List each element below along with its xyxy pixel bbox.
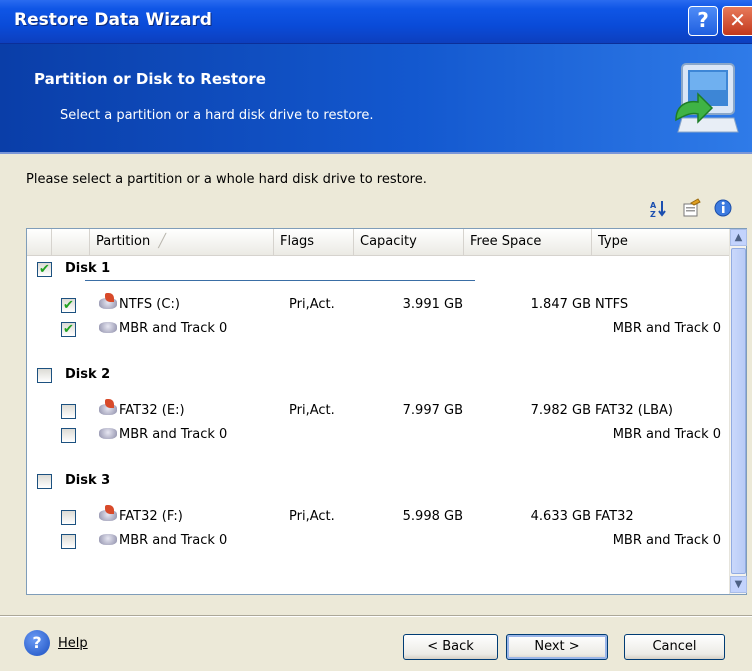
help-title-button[interactable]: ? [688, 6, 718, 36]
partition-type: FAT32 [595, 509, 634, 524]
scroll-up-icon[interactable]: ▲ [730, 229, 747, 246]
sort-ascending-icon: ╱ [158, 234, 167, 249]
partition-checkbox[interactable] [61, 534, 76, 549]
step-subtitle: Select a partition or a hard disk drive … [60, 108, 374, 123]
back-button[interactable]: < Back [403, 634, 498, 660]
disk-separator [85, 280, 475, 281]
title-bar: Restore Data Wizard ? ✕ [0, 0, 752, 44]
partition-checkbox[interactable]: ✔ [61, 322, 76, 337]
list-toolbar: AZ [648, 198, 734, 220]
partition-capacity: 5.998 GB [402, 509, 463, 524]
partition-icon [99, 399, 117, 415]
footer-divider [0, 615, 752, 617]
sort-icon[interactable]: AZ [648, 198, 670, 220]
partition-name-cell: NTFS (C:) [99, 293, 180, 312]
disk-row[interactable]: Disk 2 [27, 365, 727, 387]
partition-type: FAT32 (LBA) [595, 403, 673, 418]
disk-label: Disk 1 [65, 261, 111, 276]
instruction-text: Please select a partition or a whole har… [26, 172, 427, 187]
partition-capacity: 3.991 GB [402, 297, 463, 312]
mbr-icon [99, 322, 117, 333]
partition-capacity: 7.997 GB [402, 403, 463, 418]
step-title: Partition or Disk to Restore [34, 70, 266, 88]
partition-flags: Pri,Act. [289, 297, 335, 312]
partition-name-cell: FAT32 (E:) [99, 399, 185, 418]
vertical-scrollbar[interactable]: ▲ ▼ [729, 229, 747, 594]
partition-name-cell: MBR and Track 0 [99, 533, 227, 548]
partition-type: MBR and Track 0 [612, 427, 721, 442]
column-capacity[interactable]: Capacity [353, 229, 463, 255]
column-header: Partition ╱ Flags Capacity Free Space Typ… [27, 229, 729, 256]
partition-row[interactable]: ✔ NTFS (C:) Pri,Act. 3.991 GB 1.847 GB NTFS [27, 293, 727, 317]
column-type[interactable]: Type [591, 229, 729, 255]
partition-row[interactable]: ✔ MBR and Track 0 MBR and Track 0 [27, 319, 727, 341]
info-icon[interactable] [712, 198, 734, 220]
next-button[interactable]: Next > [506, 634, 608, 660]
partition-flags: Pri,Act. [289, 403, 335, 418]
partition-name-cell: FAT32 (F:) [99, 505, 183, 524]
scroll-down-icon[interactable]: ▼ [730, 576, 747, 593]
cancel-button[interactable]: Cancel [624, 634, 725, 660]
svg-text:Z: Z [650, 210, 656, 218]
partition-type: MBR and Track 0 [612, 533, 721, 548]
wizard-header: Partition or Disk to Restore Select a pa… [0, 44, 752, 154]
column-partition[interactable]: Partition ╱ [89, 229, 273, 255]
partition-name: NTFS (C:) [119, 297, 180, 312]
partition-type: NTFS [595, 297, 629, 312]
column-flags[interactable]: Flags [273, 229, 353, 255]
disk-label: Disk 3 [65, 473, 111, 488]
partition-row[interactable]: MBR and Track 0 MBR and Track 0 [27, 425, 727, 447]
partition-name: FAT32 (F:) [119, 509, 183, 524]
scroll-thumb[interactable] [731, 248, 746, 574]
properties-icon[interactable] [680, 198, 702, 220]
help-icon[interactable]: ? [24, 630, 50, 656]
partition-row[interactable]: FAT32 (F:) Pri,Act. 5.998 GB 4.633 GB FAT32 [27, 505, 727, 529]
partition-name-cell: MBR and Track 0 [99, 321, 227, 336]
computer-restore-icon [675, 63, 739, 133]
partition-name: FAT32 (E:) [119, 403, 185, 418]
partition-checkbox[interactable] [61, 404, 76, 419]
mbr-icon [99, 534, 117, 545]
partition-checkbox[interactable] [61, 428, 76, 443]
column-check [51, 229, 89, 255]
partition-name-cell: MBR and Track 0 [99, 427, 227, 442]
svg-text:A: A [650, 201, 657, 210]
partition-name: MBR and Track 0 [119, 321, 228, 336]
window-title: Restore Data Wizard [14, 10, 212, 30]
partition-checkbox[interactable] [61, 510, 76, 525]
disk-checkbox[interactable] [37, 474, 52, 489]
help-link[interactable]: Help [58, 636, 88, 651]
partition-list[interactable]: Partition ╱ Flags Capacity Free Space Typ… [26, 228, 747, 595]
partition-checkbox[interactable]: ✔ [61, 298, 76, 313]
partition-name: MBR and Track 0 [119, 427, 228, 442]
mbr-icon [99, 428, 117, 439]
partition-row[interactable]: MBR and Track 0 MBR and Track 0 [27, 531, 727, 553]
disk-checkbox[interactable] [37, 368, 52, 383]
close-button[interactable]: ✕ [722, 6, 752, 36]
partition-free-space: 4.633 GB [530, 509, 591, 524]
partition-free-space: 1.847 GB [530, 297, 591, 312]
disk-label: Disk 2 [65, 367, 111, 382]
partition-row[interactable]: FAT32 (E:) Pri,Act. 7.997 GB 7.982 GB FAT32 … [27, 399, 727, 423]
disk-row[interactable]: ✔ Disk 1 [27, 259, 727, 281]
partition-flags: Pri,Act. [289, 509, 335, 524]
partition-type: MBR and Track 0 [612, 321, 721, 336]
partition-icon [99, 293, 117, 309]
partition-icon [99, 505, 117, 521]
column-partition-label: Partition [96, 234, 151, 249]
disk-row[interactable]: Disk 3 [27, 471, 727, 493]
column-free-space[interactable]: Free Space [463, 229, 591, 255]
disk-checkbox[interactable]: ✔ [37, 262, 52, 277]
partition-free-space: 7.982 GB [530, 403, 591, 418]
partition-name: MBR and Track 0 [119, 533, 228, 548]
